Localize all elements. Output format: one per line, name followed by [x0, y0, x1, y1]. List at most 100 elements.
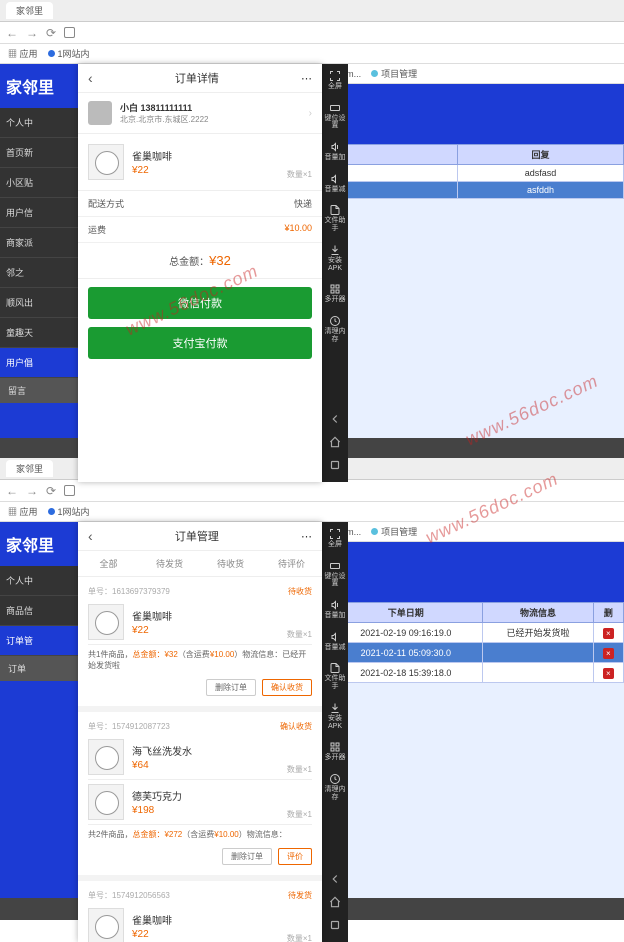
order-card: 单号：1574912087723确认收货 海飞丝洗发水¥64数量×1 德芙巧克力…: [78, 712, 322, 881]
product-thumb: [88, 908, 124, 942]
site-link[interactable]: 1网站内: [48, 505, 90, 518]
phone-header: ‹ 订单管理 ⋯: [78, 522, 322, 551]
sidebar-subitem[interactable]: 订单: [0, 656, 78, 681]
browser-titlebar: 家邻里: [0, 0, 624, 22]
order-summary: 共1件商品，总金额：¥32（含运费¥10.00）物流信息：已经开始发货啦: [88, 645, 312, 675]
apps-link[interactable]: ▦ 应用: [8, 505, 38, 518]
sidebar-item[interactable]: 童趣天: [0, 318, 78, 348]
back-icon[interactable]: ←: [6, 484, 18, 498]
android-back-icon[interactable]: [328, 872, 342, 886]
tb-fullscreen[interactable]: 全屏: [322, 522, 348, 553]
home-icon[interactable]: [64, 485, 75, 496]
tb-multi[interactable]: 多开器: [322, 277, 348, 308]
tb-keymap[interactable]: 键位设置: [322, 96, 348, 134]
back-icon[interactable]: ←: [6, 26, 18, 40]
shipping-value: ¥10.00: [284, 223, 312, 236]
brand-title: 家邻里: [0, 64, 78, 108]
sidebar-item[interactable]: 商家派: [0, 228, 78, 258]
reload-icon[interactable]: ⟳: [46, 26, 56, 40]
tb-volup[interactable]: 音量加: [322, 135, 348, 166]
alipay-pay-button[interactable]: 支付宝付款: [88, 327, 312, 359]
product-thumb: [88, 144, 124, 180]
sidebar-item-active[interactable]: 用户倡: [0, 348, 78, 378]
phone-title: 订单详情: [175, 70, 219, 86]
android-back-icon[interactable]: [328, 412, 342, 426]
browser-tab[interactable]: 家邻里: [6, 2, 53, 19]
more-icon[interactable]: ⋯: [301, 530, 312, 543]
tb-clear[interactable]: 清理内存: [322, 767, 348, 805]
sidebar-item[interactable]: 顺风出: [0, 288, 78, 318]
delivery-row: 配送方式 快递: [78, 191, 322, 217]
tb-volup[interactable]: 音量加: [322, 593, 348, 624]
avatar-icon: [88, 101, 112, 125]
sidebar-item[interactable]: 个人中: [0, 566, 78, 596]
tb-voldown[interactable]: 音量减: [322, 625, 348, 656]
delivery-value: 快递: [294, 197, 312, 210]
product-row[interactable]: 雀巢咖啡 ¥22 数量×1: [78, 134, 322, 191]
contact-phone: 13811111111: [141, 103, 193, 113]
tb-keymap[interactable]: 键位设置: [322, 554, 348, 592]
confirm-receive-button[interactable]: 确认收货: [262, 679, 312, 696]
delete-order-button[interactable]: 删除订单: [222, 848, 272, 865]
tab-receive[interactable]: 待收货: [200, 551, 261, 576]
tab-ship[interactable]: 待发货: [139, 551, 200, 576]
product-thumb: [88, 784, 124, 820]
order-tabs: 全部 待发货 待收货 待评价: [78, 551, 322, 577]
sidebar-item[interactable]: 首页新: [0, 138, 78, 168]
bookmark-link[interactable]: 项目管理: [371, 67, 417, 80]
delete-button[interactable]: ×: [603, 668, 614, 679]
delete-order-button[interactable]: 删除订单: [206, 679, 256, 696]
android-home-icon[interactable]: [328, 895, 342, 909]
wechat-pay-button[interactable]: 微信付款: [88, 287, 312, 319]
tb-file[interactable]: 文件助手: [322, 198, 348, 236]
tb-fullscreen[interactable]: 全屏: [322, 64, 348, 95]
tb-clear[interactable]: 清理内存: [322, 309, 348, 347]
android-recent-icon[interactable]: [328, 918, 342, 932]
review-button[interactable]: 评价: [278, 848, 312, 865]
apps-link[interactable]: ▦ 应用: [8, 47, 38, 60]
android-recent-icon[interactable]: [328, 458, 342, 472]
product-thumb: [88, 739, 124, 775]
sidebar-item[interactable]: 用户信: [0, 198, 78, 228]
total-row: 总金额：¥32: [78, 243, 322, 279]
tb-apk[interactable]: 安装APK: [322, 238, 348, 276]
forward-icon[interactable]: →: [26, 26, 38, 40]
sidebar-item[interactable]: 个人中: [0, 108, 78, 138]
shipping-row: 运费 ¥10.00: [78, 217, 322, 243]
phone-title: 订单管理: [175, 528, 219, 544]
back-icon[interactable]: ‹: [88, 70, 93, 86]
sidebar-subitem[interactable]: 留言: [0, 378, 78, 403]
screenshot-2: www.56doc.com 家邻里 ← → ⟳ ▦ 应用 1网站内 家邻里 个人…: [0, 458, 624, 900]
sidebar-item[interactable]: 小区贴: [0, 168, 78, 198]
sidebar-item[interactable]: 邻之: [0, 258, 78, 288]
tb-apk[interactable]: 安装APK: [322, 696, 348, 734]
sidebar-item-active[interactable]: 订单管: [0, 626, 78, 656]
contact-name: 小白: [120, 103, 138, 113]
brand-title: 家邻里: [0, 522, 78, 566]
home-icon[interactable]: [64, 27, 75, 38]
sidebar-item[interactable]: 商品信: [0, 596, 78, 626]
android-home-icon[interactable]: [328, 435, 342, 449]
tb-voldown[interactable]: 音量减: [322, 167, 348, 198]
delete-button[interactable]: ×: [603, 628, 614, 639]
delete-button[interactable]: ×: [603, 648, 614, 659]
th-reply: 回复: [458, 145, 624, 165]
forward-icon[interactable]: →: [26, 484, 38, 498]
tb-multi[interactable]: 多开器: [322, 735, 348, 766]
order-no: 1574912087723: [112, 722, 170, 731]
phone-order-list: ‹ 订单管理 ⋯ 全部 待发货 待收货 待评价 单号：1613697379379…: [78, 522, 322, 942]
contact-card[interactable]: 小白 13811111111 北京.北京市.东城区.2222 ›: [78, 93, 322, 134]
more-icon[interactable]: ⋯: [301, 72, 312, 85]
back-icon[interactable]: ‹: [88, 528, 93, 544]
tab-all[interactable]: 全部: [78, 551, 139, 576]
reload-icon[interactable]: ⟳: [46, 484, 56, 498]
tab-review[interactable]: 待评价: [261, 551, 322, 576]
bookmark-link[interactable]: 项目管理: [371, 525, 417, 538]
product-qty: 数量×1: [287, 169, 312, 180]
browser-nav: ← → ⟳: [0, 22, 624, 44]
browser-tab[interactable]: 家邻里: [6, 460, 53, 477]
tb-file[interactable]: 文件助手: [322, 656, 348, 694]
site-link[interactable]: 1网站内: [48, 47, 90, 60]
order-card: 单号：1574912056563待发货 雀巢咖啡¥22数量×1: [78, 881, 322, 942]
chevron-right-icon: ›: [309, 108, 312, 119]
